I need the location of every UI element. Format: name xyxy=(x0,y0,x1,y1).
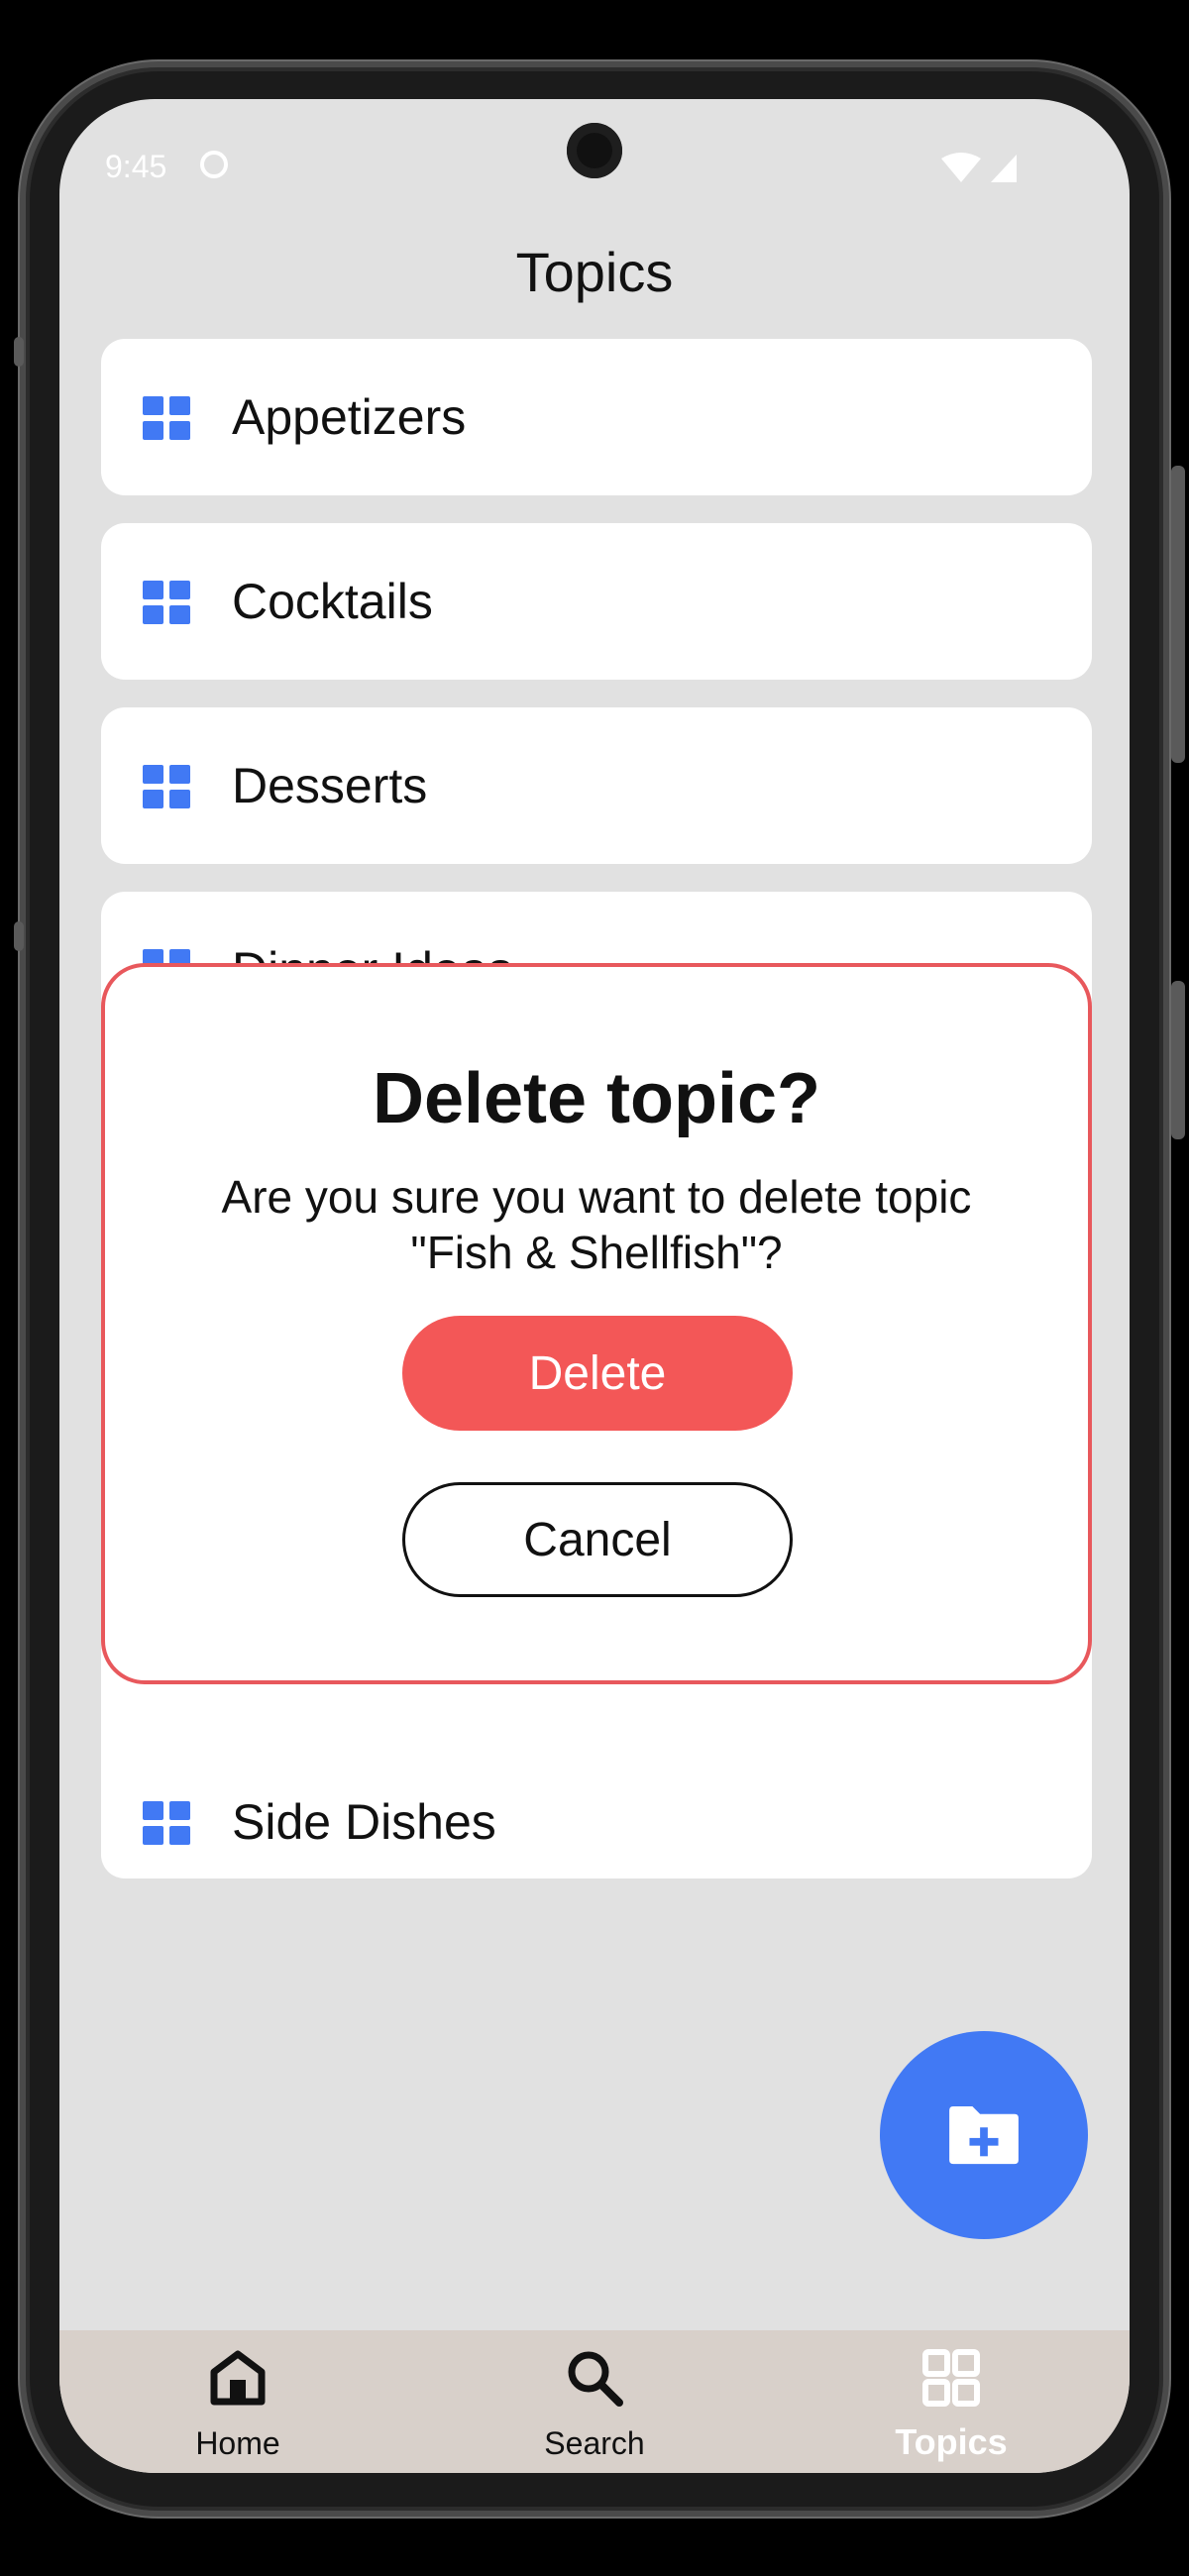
nav-item-topics[interactable]: Topics xyxy=(803,2330,1100,2473)
grid-icon xyxy=(143,1801,190,1845)
signal-icon xyxy=(941,153,1017,182)
list-item[interactable]: Cocktails xyxy=(101,523,1092,680)
list-item[interactable]: Desserts xyxy=(101,707,1092,864)
delete-topic-dialog: Delete topic? Are you sure you want to d… xyxy=(101,963,1092,1684)
bottom-navigation: Home Search Topics xyxy=(59,2330,1130,2473)
side-notch xyxy=(14,337,24,367)
folder-plus-icon xyxy=(949,2105,1019,2165)
home-icon xyxy=(210,2350,266,2406)
grid-icon xyxy=(143,765,190,808)
add-topic-button[interactable] xyxy=(880,2031,1088,2239)
list-item[interactable]: Appetizers xyxy=(101,339,1092,495)
search-icon xyxy=(568,2351,623,2407)
dialog-message: Are you sure you want to delete topic "F… xyxy=(221,1171,972,1278)
topic-label: Cocktails xyxy=(232,574,433,629)
page-title: Topics xyxy=(515,241,674,303)
volume-button xyxy=(1171,981,1185,1139)
status-bar: 9:45 xyxy=(59,99,1130,238)
power-button xyxy=(1171,466,1185,763)
side-notch xyxy=(14,921,24,951)
topic-label: Appetizers xyxy=(232,389,467,445)
status-time: 9:45 xyxy=(105,149,167,184)
nav-label: Home xyxy=(195,2425,280,2461)
topic-label: Side Dishes xyxy=(232,1794,496,1850)
screen: 9:45 Topics Appetizers Cocktails Dessert… xyxy=(59,99,1130,2473)
nav-label: Topics xyxy=(895,2421,1008,2462)
grid-icon xyxy=(143,396,190,440)
dialog-title: Delete topic? xyxy=(372,1059,821,1138)
cancel-button[interactable]: Cancel xyxy=(402,1482,793,1597)
grid-icon xyxy=(143,581,190,624)
front-camera xyxy=(567,123,622,178)
nav-item-search[interactable]: Search xyxy=(446,2330,743,2473)
delete-button[interactable]: Delete xyxy=(402,1316,793,1431)
topic-label: Desserts xyxy=(232,758,428,813)
grid-icon xyxy=(922,2349,980,2407)
nav-label: Search xyxy=(544,2425,645,2461)
notification-icon xyxy=(200,151,228,178)
nav-item-home[interactable]: Home xyxy=(89,2330,386,2473)
